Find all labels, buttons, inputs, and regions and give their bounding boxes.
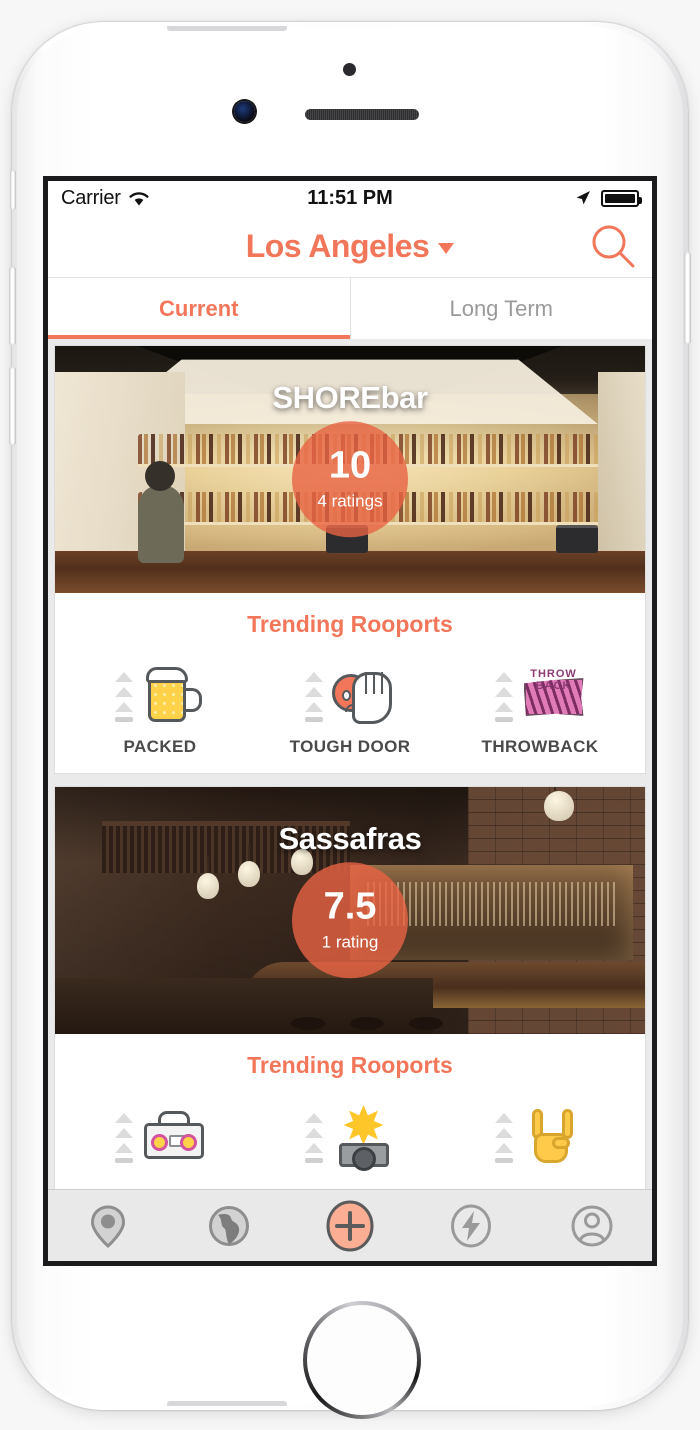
tabbar-item-explore[interactable]: [202, 1199, 256, 1253]
search-icon[interactable]: [590, 223, 636, 269]
report-item-camera-flash[interactable]: [270, 1093, 430, 1178]
vote-dash-icon: [494, 1158, 513, 1163]
trending-title: Trending Rooports: [247, 611, 453, 637]
venue-name-label: Sassafras: [278, 821, 422, 856]
city-name-label: Los Angeles: [245, 227, 430, 264]
phone-screen: Carrier 11:51 PM Los Angeles Current Lon…: [43, 176, 657, 1266]
iphone-device-frame: Carrier 11:51 PM Los Angeles Current Lon…: [9, 22, 691, 1419]
vote-triangle-icon[interactable]: [304, 1113, 323, 1123]
report-item-tough-door[interactable]: TOUGH DOOR: [270, 652, 430, 757]
battery-full-icon: [601, 189, 642, 207]
home-button[interactable]: [303, 1301, 421, 1419]
rating-score: 10: [328, 444, 372, 487]
reports-row: [55, 1093, 645, 1178]
vote-triangle-icon[interactable]: [494, 687, 513, 697]
report-label: TOUGH DOOR: [289, 737, 411, 756]
vote-triangle-icon[interactable]: [114, 672, 133, 682]
feed-tabs: Current Long Term: [48, 277, 652, 339]
vote-triangle-icon[interactable]: [114, 1128, 133, 1138]
vote-triangle-icon[interactable]: [114, 1113, 133, 1123]
venue-rating-badge[interactable]: 10 4 ratings: [292, 420, 408, 537]
report-label: PACKED: [123, 737, 197, 756]
person-circle-icon: [571, 1205, 613, 1246]
lightning-bolt-icon: [450, 1204, 491, 1247]
plus-circle-icon: [326, 1200, 374, 1251]
vote-meter[interactable]: [114, 1113, 133, 1167]
vote-triangle-icon[interactable]: [304, 672, 323, 682]
tab-long-term[interactable]: Long Term: [351, 278, 653, 339]
vote-meter[interactable]: [304, 1113, 323, 1167]
report-item-boombox[interactable]: [80, 1093, 240, 1178]
venue-photo-shorebar[interactable]: SHOREbar 10 4 ratings: [55, 346, 645, 593]
vote-triangle-icon[interactable]: [304, 1128, 323, 1138]
rock-hand-icon: [522, 1103, 586, 1167]
beer-mug-icon: [142, 662, 206, 726]
vote-triangle-icon[interactable]: [494, 1143, 513, 1153]
vote-triangle-icon[interactable]: [114, 702, 133, 712]
tabbar-item-activity[interactable]: [444, 1199, 498, 1253]
tabbar-item-profile[interactable]: [565, 1199, 619, 1253]
trending-title: Trending Rooports: [247, 1052, 453, 1078]
vote-meter[interactable]: [494, 672, 513, 726]
boombox-icon: [142, 1103, 206, 1167]
trending-reports-section: Trending Rooports: [55, 1034, 645, 1189]
antenna-band-bottom: [167, 1401, 287, 1406]
venue-name-label: SHOREbar: [272, 380, 428, 415]
globe-icon: [209, 1205, 250, 1246]
power-button[interactable]: [684, 252, 691, 344]
city-selector-button[interactable]: Los Angeles: [246, 228, 455, 265]
vote-dash-icon: [304, 1158, 323, 1163]
tough-door-face-hand-icon: [331, 662, 396, 726]
vote-dash-icon: [494, 717, 513, 722]
vote-triangle-icon[interactable]: [114, 687, 133, 697]
throwback-badge-icon: THROW BACK: [522, 662, 586, 726]
venue-rating-badge[interactable]: 7.5 1 rating: [292, 861, 408, 978]
venue-card[interactable]: Sassafras 7.5 1 rating Trending Rooports: [54, 786, 646, 1189]
bottom-tab-bar: [48, 1189, 652, 1261]
mute-switch[interactable]: [10, 170, 16, 210]
vote-triangle-icon[interactable]: [494, 702, 513, 712]
vote-triangle-icon[interactable]: [494, 672, 513, 682]
report-label: THROWBACK: [481, 737, 599, 756]
map-pin-icon: [91, 1204, 126, 1248]
vote-triangle-icon[interactable]: [304, 687, 323, 697]
report-item-rock-hand[interactable]: [460, 1093, 620, 1178]
chevron-down-icon: [438, 243, 455, 254]
vote-meter[interactable]: [494, 1113, 513, 1167]
tabbar-item-nearby[interactable]: [81, 1199, 135, 1253]
rating-score: 7.5: [323, 885, 377, 928]
report-item-packed[interactable]: PACKED: [80, 652, 240, 757]
tabbar-item-add[interactable]: [323, 1199, 377, 1253]
front-camera-icon: [234, 101, 255, 122]
earpiece-speaker: [305, 109, 419, 120]
volume-up-button[interactable]: [9, 267, 16, 345]
antenna-band-top: [167, 26, 287, 31]
rating-count-label: 1 rating: [321, 932, 379, 952]
navigation-bar: Los Angeles: [48, 215, 652, 277]
tab-current[interactable]: Current: [48, 278, 350, 339]
vote-dash-icon: [114, 1158, 133, 1163]
report-item-throwback[interactable]: THROW BACK THROWBACK: [460, 652, 620, 757]
vote-triangle-icon[interactable]: [304, 702, 323, 712]
reports-row: PACKED TOUGH DOOR THROW BACK THROWBACK: [55, 652, 645, 757]
volume-down-button[interactable]: [9, 367, 16, 445]
vote-meter[interactable]: [304, 672, 323, 726]
status-bar-clock: 11:51 PM: [307, 186, 393, 209]
vote-dash-icon: [114, 717, 133, 722]
vote-triangle-icon[interactable]: [494, 1128, 513, 1138]
status-bar: Carrier 11:51 PM: [48, 181, 652, 215]
venue-feed-list[interactable]: SHOREbar 10 4 ratings Trending Rooports: [48, 339, 652, 1189]
vote-triangle-icon[interactable]: [494, 1113, 513, 1123]
vote-triangle-icon[interactable]: [114, 1143, 133, 1153]
trending-reports-section: Trending Rooports: [55, 593, 645, 773]
proximity-sensor-icon: [343, 63, 356, 76]
camera-flash-icon: [332, 1103, 396, 1171]
rating-count-label: 4 ratings: [317, 491, 383, 511]
venue-photo-sassafras[interactable]: Sassafras 7.5 1 rating: [55, 787, 645, 1034]
vote-meter[interactable]: [114, 672, 133, 726]
vote-dash-icon: [304, 717, 323, 722]
vote-triangle-icon[interactable]: [304, 1143, 323, 1153]
venue-card[interactable]: SHOREbar 10 4 ratings Trending Rooports: [54, 345, 646, 774]
